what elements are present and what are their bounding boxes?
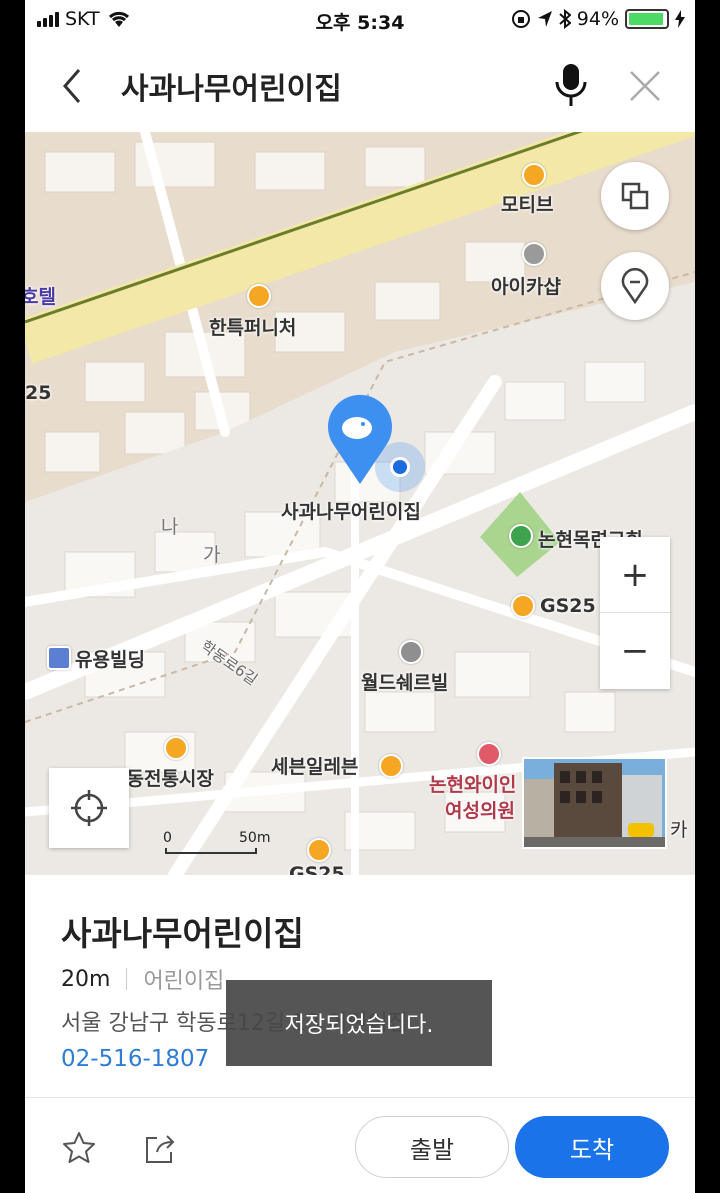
poi-label-hanteuk[interactable]: 한특퍼니처 (209, 313, 296, 340)
map-pin-button[interactable] (601, 252, 669, 320)
charging-icon (675, 10, 685, 28)
poi-label-gs25[interactable]: GS25 (540, 595, 596, 617)
search-query[interactable]: 사과나무어린이집 (121, 64, 342, 108)
meta-divider (126, 968, 128, 990)
scale-bar (165, 848, 257, 854)
street-photo (524, 759, 665, 847)
battery-icon (625, 9, 669, 29)
zoom-control: + − (600, 537, 670, 689)
app-screen: SKT 오후 5:34 94% 사과나무어린이집 모티브 아이카샵 호텔 한특퍼… (25, 0, 695, 1193)
share-icon[interactable] (143, 1130, 179, 1166)
poi-label-clinic-1[interactable]: 논현와이인 (429, 770, 516, 797)
poi-icon-motive[interactable] (522, 163, 546, 187)
favorite-star-icon[interactable] (61, 1130, 97, 1166)
map-label-na: 나 (161, 516, 179, 538)
search-header: 사과나무어린이집 (25, 40, 695, 132)
place-phone-link[interactable]: 02-516-1807 (61, 1046, 209, 1072)
map-view[interactable]: 모티브 아이카샵 호텔 한특퍼니처 25 사과나무어린이집 나 가 논현목련교회… (25, 132, 695, 875)
poi-label-hotel[interactable]: 호텔 (25, 282, 56, 309)
back-arrow-icon[interactable] (55, 66, 91, 106)
poi-icon-market[interactable] (164, 736, 188, 760)
scale-zero: 0 (163, 830, 172, 846)
roadview-thumbnail[interactable] (522, 757, 667, 849)
zoom-out-button[interactable]: − (600, 613, 670, 689)
current-location-dot-icon (375, 442, 425, 492)
map-pin-icon (621, 268, 649, 304)
crosshair-icon (71, 790, 107, 826)
arrive-button[interactable]: 도착 (515, 1116, 669, 1178)
poi-label-icar[interactable]: 아이카샵 (491, 272, 561, 299)
poi-label-world[interactable]: 월드쉐르빌 (361, 668, 448, 695)
map-label-ga: 가 (203, 544, 221, 566)
rotation-lock-icon (511, 10, 530, 28)
poi-icon-world[interactable] (399, 640, 423, 664)
poi-icon-yuyong[interactable] (47, 646, 71, 670)
poi-icon-icar[interactable] (522, 242, 546, 266)
depart-button[interactable]: 출발 (355, 1116, 509, 1178)
bluetooth-icon (559, 9, 571, 29)
status-right: 94% (511, 8, 685, 30)
map-label-ka: 카 (670, 819, 688, 841)
bottom-action-bar: 출발 도착 (25, 1097, 695, 1193)
poi-label-gs25-bottom[interactable]: GS25 (289, 863, 345, 875)
layers-icon (621, 182, 649, 210)
location-arrow-icon (537, 11, 552, 27)
poi-label-clinic-2[interactable]: 여성의원 (445, 796, 515, 823)
poi-icon-gs25[interactable] (511, 594, 535, 618)
poi-label-motive[interactable]: 모티브 (501, 190, 553, 217)
poi-icon-gs25-bottom[interactable] (307, 838, 331, 862)
scale-value: 50m (239, 830, 271, 846)
poi-label-seven[interactable]: 세븐일레븐 (271, 752, 358, 779)
poi-icon-hanteuk[interactable] (247, 284, 271, 308)
layers-button[interactable] (601, 162, 669, 230)
microphone-icon[interactable] (551, 60, 591, 110)
place-name: 사과나무어린이집 (61, 914, 304, 953)
status-bar: SKT 오후 5:34 94% (25, 0, 695, 40)
poi-label-gs25-left[interactable]: 25 (25, 382, 51, 404)
poi-icon-church[interactable] (509, 524, 533, 548)
place-distance: 20m (61, 966, 111, 992)
close-icon[interactable] (625, 66, 665, 106)
place-info-panel[interactable]: 사과나무어린이집 20m 어린이집 서울 강남구 학동로12길 13 어린이집 … (25, 875, 695, 1097)
saved-toast: 저장되었습니다. (226, 980, 492, 1066)
my-location-button[interactable] (49, 768, 129, 848)
poi-icon-seven[interactable] (379, 754, 403, 778)
place-category: 어린이집 (143, 969, 225, 994)
battery-percent: 94% (576, 8, 619, 30)
place-meta: 20m 어린이집 (61, 963, 224, 995)
zoom-in-button[interactable]: + (600, 537, 670, 613)
poi-icon-clinic[interactable] (477, 742, 501, 766)
poi-label-yuyong[interactable]: 유용빌딩 (75, 645, 145, 672)
selected-place-label[interactable]: 사과나무어린이집 (281, 497, 421, 524)
